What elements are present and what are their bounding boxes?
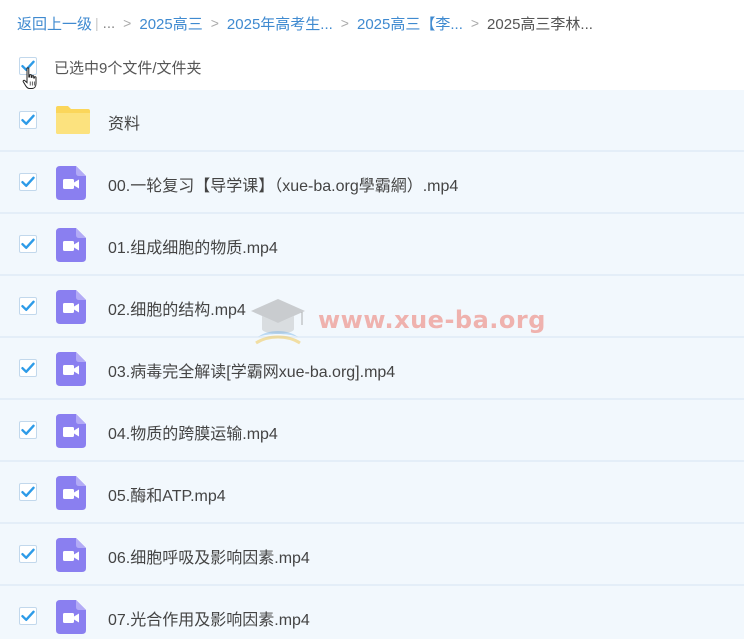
check-icon [21,114,35,125]
chevron-right-icon: > [210,15,219,31]
row-checkbox[interactable] [19,421,37,439]
row-checkbox[interactable] [19,173,37,191]
check-icon [21,300,35,311]
breadcrumb: 返回上一级 | ... > 2025高三 > 2025年高考生... > 202… [17,12,593,34]
row-checkbox[interactable] [19,483,37,501]
folder-row[interactable]: 资料 [0,90,744,152]
file-row[interactable]: 05.酶和ATP.mp4 [0,462,744,524]
row-checkbox[interactable] [19,545,37,563]
file-list: 资料 00.一轮复习【导学课】（xue-ba.org學霸網）.mp4 01.组成细胞… [0,90,744,639]
file-row[interactable]: 01.组成细胞的物质.mp4 [0,214,744,276]
chevron-right-icon: > [123,15,132,31]
selection-count-text: 已选中9个文件/文件夹 [54,60,202,77]
file-name[interactable]: 资料 [108,110,140,134]
breadcrumb-current: 2025高三李林... [487,15,593,33]
chevron-right-icon: > [340,15,349,31]
selection-bar: 已选中9个文件/文件夹 [0,48,744,88]
check-icon [21,176,35,187]
check-icon [21,362,35,373]
back-link[interactable]: 返回上一级 [17,13,92,34]
file-browser: 返回上一级 | ... > 2025高三 > 2025年高考生... > 202… [0,0,744,639]
file-name[interactable]: 06.细胞呼吸及影响因素.mp4 [108,544,310,568]
row-checkbox[interactable] [19,607,37,625]
file-name[interactable]: 02.细胞的结构.mp4 [108,296,246,320]
video-file-icon [56,600,86,634]
row-checkbox[interactable] [19,111,37,129]
video-file-icon [56,228,86,262]
file-row[interactable]: 03.病毒完全解读[学霸网xue-ba.org].mp4 [0,338,744,400]
check-icon [21,548,35,559]
video-file-icon [56,538,86,572]
check-icon [21,424,35,435]
breadcrumb-item[interactable]: 2025高三【李... [357,13,463,34]
check-icon [21,610,35,621]
video-file-icon [56,352,86,386]
video-file-icon [56,476,86,510]
row-checkbox[interactable] [19,235,37,253]
row-checkbox[interactable] [19,297,37,315]
breadcrumb-ellipsis[interactable]: ... [103,15,116,32]
folder-icon [56,106,90,134]
breadcrumb-divider: | [95,15,99,31]
file-name[interactable]: 07.光合作用及影响因素.mp4 [108,606,310,630]
check-icon [21,486,35,497]
file-name[interactable]: 04.物质的跨膜运输.mp4 [108,420,278,444]
file-name[interactable]: 01.组成细胞的物质.mp4 [108,234,278,258]
video-file-icon [56,290,86,324]
file-name[interactable]: 05.酶和ATP.mp4 [108,482,226,506]
file-name[interactable]: 00.一轮复习【导学课】（xue-ba.org學霸網）.mp4 [108,172,458,196]
breadcrumb-item[interactable]: 2025年高考生... [227,13,333,34]
file-row[interactable]: 04.物质的跨膜运输.mp4 [0,400,744,462]
file-row[interactable]: 07.光合作用及影响因素.mp4 [0,586,744,639]
file-row[interactable]: 02.细胞的结构.mp4 [0,276,744,338]
video-file-icon [56,166,86,200]
chevron-right-icon: > [470,15,480,31]
breadcrumb-item[interactable]: 2025高三 [139,13,202,34]
file-row[interactable]: 00.一轮复习【导学课】（xue-ba.org學霸網）.mp4 [0,152,744,214]
file-row[interactable]: 06.细胞呼吸及影响因素.mp4 [0,524,744,586]
row-checkbox[interactable] [19,359,37,377]
hand-cursor-icon [22,67,37,89]
file-name[interactable]: 03.病毒完全解读[学霸网xue-ba.org].mp4 [108,358,395,382]
check-icon [21,238,35,249]
video-file-icon [56,414,86,448]
